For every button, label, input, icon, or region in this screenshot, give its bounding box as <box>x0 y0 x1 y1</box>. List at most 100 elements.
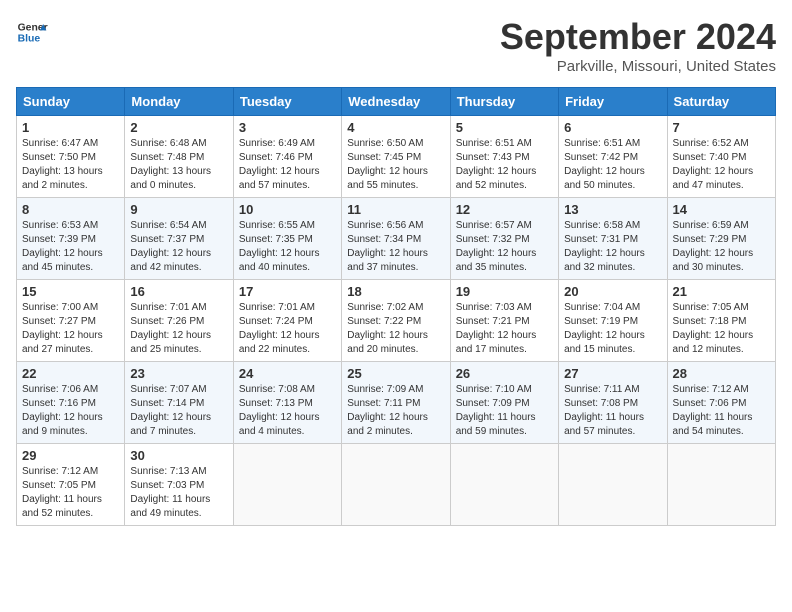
day-number: 14 <box>673 202 770 217</box>
day-info: Sunrise: 7:02 AM Sunset: 7:22 PM Dayligh… <box>347 301 444 357</box>
calendar-cell: 19 Sunrise: 7:03 AM Sunset: 7:21 PM Dayli… <box>450 280 558 362</box>
calendar-cell: 16 Sunrise: 7:01 AM Sunset: 7:26 PM Dayli… <box>125 280 233 362</box>
calendar-cell: 27 Sunrise: 7:11 AM Sunset: 7:08 PM Dayli… <box>559 362 667 444</box>
day-number: 13 <box>564 202 661 217</box>
calendar-body: 1 Sunrise: 6:47 AM Sunset: 7:50 PM Daylig… <box>17 116 776 526</box>
calendar-cell: 5 Sunrise: 6:51 AM Sunset: 7:43 PM Daylig… <box>450 116 558 198</box>
day-info: Sunrise: 6:50 AM Sunset: 7:45 PM Dayligh… <box>347 137 444 193</box>
day-info: Sunrise: 6:59 AM Sunset: 7:29 PM Dayligh… <box>673 219 770 275</box>
calendar-week-row: 1 Sunrise: 6:47 AM Sunset: 7:50 PM Daylig… <box>17 116 776 198</box>
day-info: Sunrise: 7:12 AM Sunset: 7:06 PM Dayligh… <box>673 383 770 439</box>
calendar-cell: 21 Sunrise: 7:05 AM Sunset: 7:18 PM Dayli… <box>667 280 775 362</box>
day-info: Sunrise: 7:12 AM Sunset: 7:05 PM Dayligh… <box>22 465 119 521</box>
weekday-header-row: SundayMondayTuesdayWednesdayThursdayFrid… <box>17 88 776 116</box>
calendar-cell <box>559 444 667 526</box>
day-info: Sunrise: 7:11 AM Sunset: 7:08 PM Dayligh… <box>564 383 661 439</box>
day-info: Sunrise: 7:09 AM Sunset: 7:11 PM Dayligh… <box>347 383 444 439</box>
calendar-cell: 30 Sunrise: 7:13 AM Sunset: 7:03 PM Dayli… <box>125 444 233 526</box>
day-info: Sunrise: 6:51 AM Sunset: 7:42 PM Dayligh… <box>564 137 661 193</box>
calendar-cell: 26 Sunrise: 7:10 AM Sunset: 7:09 PM Dayli… <box>450 362 558 444</box>
day-number: 28 <box>673 366 770 381</box>
day-number: 11 <box>347 202 444 217</box>
calendar-cell: 13 Sunrise: 6:58 AM Sunset: 7:31 PM Dayli… <box>559 198 667 280</box>
day-number: 12 <box>456 202 553 217</box>
day-info: Sunrise: 6:57 AM Sunset: 7:32 PM Dayligh… <box>456 219 553 275</box>
day-number: 6 <box>564 120 661 135</box>
calendar-week-row: 22 Sunrise: 7:06 AM Sunset: 7:16 PM Dayli… <box>17 362 776 444</box>
calendar-cell: 14 Sunrise: 6:59 AM Sunset: 7:29 PM Dayli… <box>667 198 775 280</box>
calendar-cell: 9Sunrise: 6:54 AM Sunset: 7:37 PM Daylig… <box>125 198 233 280</box>
day-number: 2 <box>130 120 227 135</box>
month-title: September 2024 <box>500 16 776 58</box>
day-number: 10 <box>239 202 336 217</box>
day-info: Sunrise: 6:51 AM Sunset: 7:43 PM Dayligh… <box>456 137 553 193</box>
day-number: 3 <box>239 120 336 135</box>
calendar-cell: 6 Sunrise: 6:51 AM Sunset: 7:42 PM Daylig… <box>559 116 667 198</box>
day-info: Sunrise: 7:10 AM Sunset: 7:09 PM Dayligh… <box>456 383 553 439</box>
day-number: 30 <box>130 448 227 463</box>
day-info: Sunrise: 7:05 AM Sunset: 7:18 PM Dayligh… <box>673 301 770 357</box>
day-info: Sunrise: 6:47 AM Sunset: 7:50 PM Dayligh… <box>22 137 119 193</box>
calendar-cell: 18Sunrise: 7:02 AM Sunset: 7:22 PM Dayli… <box>342 280 450 362</box>
day-number: 20 <box>564 284 661 299</box>
header: General Blue September 2024 Parkville, M… <box>16 16 776 75</box>
calendar-cell: 10 Sunrise: 6:55 AM Sunset: 7:35 PM Dayli… <box>233 198 341 280</box>
day-info: Sunrise: 6:56 AM Sunset: 7:34 PM Dayligh… <box>347 219 444 275</box>
day-number: 21 <box>673 284 770 299</box>
day-info: Sunrise: 6:52 AM Sunset: 7:40 PM Dayligh… <box>673 137 770 193</box>
day-number: 25 <box>347 366 444 381</box>
day-info: Sunrise: 7:04 AM Sunset: 7:19 PM Dayligh… <box>564 301 661 357</box>
day-info: Sunrise: 7:01 AM Sunset: 7:26 PM Dayligh… <box>130 301 227 357</box>
calendar-cell <box>667 444 775 526</box>
day-info: Sunrise: 7:00 AM Sunset: 7:27 PM Dayligh… <box>22 301 119 357</box>
day-info: Sunrise: 7:06 AM Sunset: 7:16 PM Dayligh… <box>22 383 119 439</box>
calendar-cell: 20 Sunrise: 7:04 AM Sunset: 7:19 PM Dayli… <box>559 280 667 362</box>
calendar-cell: 24 Sunrise: 7:08 AM Sunset: 7:13 PM Dayli… <box>233 362 341 444</box>
weekday-header-cell: Monday <box>125 88 233 116</box>
day-number: 8 <box>22 202 119 217</box>
weekday-header-cell: Saturday <box>667 88 775 116</box>
weekday-header-cell: Sunday <box>17 88 125 116</box>
calendar-table: SundayMondayTuesdayWednesdayThursdayFrid… <box>16 87 776 526</box>
calendar-cell: 17Sunrise: 7:01 AM Sunset: 7:24 PM Dayli… <box>233 280 341 362</box>
title-area: September 2024 Parkville, Missouri, Unit… <box>500 16 776 75</box>
calendar-cell: 29 Sunrise: 7:12 AM Sunset: 7:05 PM Dayli… <box>17 444 125 526</box>
day-info: Sunrise: 7:13 AM Sunset: 7:03 PM Dayligh… <box>130 465 227 521</box>
day-number: 24 <box>239 366 336 381</box>
day-number: 27 <box>564 366 661 381</box>
calendar-cell <box>233 444 341 526</box>
day-info: Sunrise: 6:58 AM Sunset: 7:31 PM Dayligh… <box>564 219 661 275</box>
calendar-week-row: 15Sunrise: 7:00 AM Sunset: 7:27 PM Dayli… <box>17 280 776 362</box>
calendar-week-row: 29 Sunrise: 7:12 AM Sunset: 7:05 PM Dayli… <box>17 444 776 526</box>
calendar-cell: 11 Sunrise: 6:56 AM Sunset: 7:34 PM Dayli… <box>342 198 450 280</box>
day-info: Sunrise: 7:03 AM Sunset: 7:21 PM Dayligh… <box>456 301 553 357</box>
day-number: 23 <box>130 366 227 381</box>
location-title: Parkville, Missouri, United States <box>500 58 776 75</box>
logo-icon: General Blue <box>16 16 48 48</box>
day-number: 9 <box>130 202 227 217</box>
day-number: 1 <box>22 120 119 135</box>
day-number: 26 <box>456 366 553 381</box>
day-info: Sunrise: 7:07 AM Sunset: 7:14 PM Dayligh… <box>130 383 227 439</box>
calendar-cell: 2Sunrise: 6:48 AM Sunset: 7:48 PM Daylig… <box>125 116 233 198</box>
day-number: 29 <box>22 448 119 463</box>
day-number: 17 <box>239 284 336 299</box>
logo: General Blue <box>16 16 48 48</box>
calendar-cell: 8Sunrise: 6:53 AM Sunset: 7:39 PM Daylig… <box>17 198 125 280</box>
day-info: Sunrise: 6:55 AM Sunset: 7:35 PM Dayligh… <box>239 219 336 275</box>
day-info: Sunrise: 6:49 AM Sunset: 7:46 PM Dayligh… <box>239 137 336 193</box>
day-info: Sunrise: 7:08 AM Sunset: 7:13 PM Dayligh… <box>239 383 336 439</box>
day-number: 22 <box>22 366 119 381</box>
calendar-cell: 3 Sunrise: 6:49 AM Sunset: 7:46 PM Daylig… <box>233 116 341 198</box>
weekday-header-cell: Wednesday <box>342 88 450 116</box>
calendar-week-row: 8Sunrise: 6:53 AM Sunset: 7:39 PM Daylig… <box>17 198 776 280</box>
calendar-cell: 4 Sunrise: 6:50 AM Sunset: 7:45 PM Daylig… <box>342 116 450 198</box>
day-number: 4 <box>347 120 444 135</box>
svg-text:Blue: Blue <box>18 34 41 45</box>
calendar-cell: 12 Sunrise: 6:57 AM Sunset: 7:32 PM Dayli… <box>450 198 558 280</box>
day-number: 19 <box>456 284 553 299</box>
calendar-cell: 1 Sunrise: 6:47 AM Sunset: 7:50 PM Daylig… <box>17 116 125 198</box>
day-number: 16 <box>130 284 227 299</box>
calendar-cell: 28 Sunrise: 7:12 AM Sunset: 7:06 PM Dayli… <box>667 362 775 444</box>
day-number: 5 <box>456 120 553 135</box>
